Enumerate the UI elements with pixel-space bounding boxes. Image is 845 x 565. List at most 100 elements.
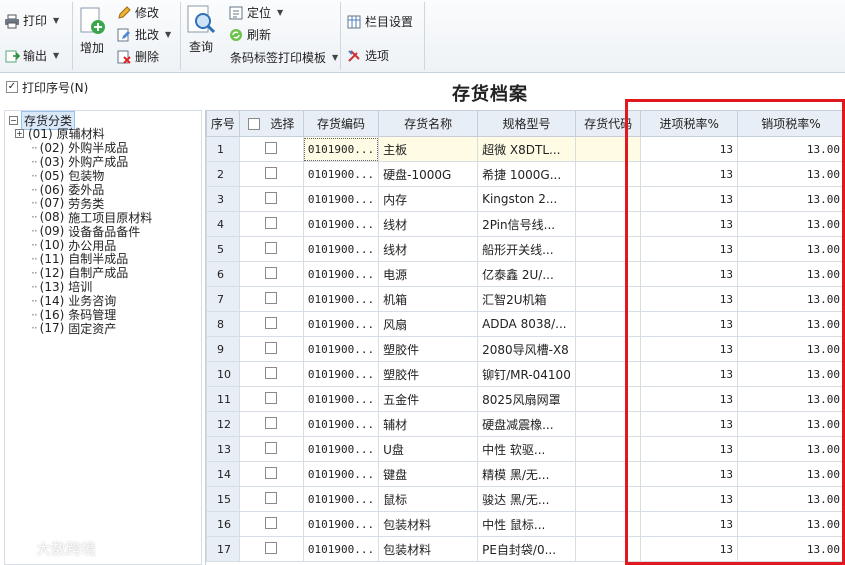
table-row[interactable]: 4 0101900... 线材 2Pin信号线... 13 13.00	[206, 211, 845, 237]
table-row[interactable]: 2 0101900... 硬盘-1000G 希捷 1000G... 13 13.00	[206, 161, 845, 187]
cell-in-tax[interactable]: 13	[640, 186, 738, 212]
cell-spec[interactable]: ADDA 8038/...	[477, 311, 576, 337]
row-checkbox[interactable]	[265, 316, 278, 329]
cell-out-tax[interactable]: 13.00	[736, 286, 845, 312]
expand-icon[interactable]: +	[15, 129, 24, 139]
cell-code[interactable]: 0101900...	[302, 236, 380, 262]
row-select[interactable]	[238, 236, 304, 262]
cell-in-tax[interactable]: 13	[640, 461, 738, 487]
row-checkbox[interactable]	[265, 491, 278, 504]
row-select[interactable]	[238, 461, 304, 487]
table-row[interactable]: 11 0101900... 五金件 8025风扇网罩 13 13.00	[206, 386, 845, 412]
cell-code[interactable]: 0101900...	[302, 536, 380, 562]
cell-out-tax[interactable]: 13.00	[736, 186, 845, 212]
table-row[interactable]: 8 0101900... 风扇 ADDA 8038/... 13 13.00	[206, 311, 845, 337]
cell-code[interactable]: 0101900...	[302, 286, 380, 312]
cell-code[interactable]: 0101900...	[302, 361, 380, 387]
row-checkbox[interactable]	[265, 541, 278, 554]
col-header-name[interactable]: 存货名称	[378, 110, 479, 137]
cell-inv-code[interactable]	[574, 486, 642, 512]
cell-code[interactable]: 0101900...	[302, 186, 380, 212]
cell-spec[interactable]: 2080导风槽-X8	[477, 336, 576, 362]
chevron-down-icon[interactable]: ▼	[53, 51, 59, 60]
batch-modify-button[interactable]: 批改 ▼	[116, 26, 171, 43]
cell-out-tax[interactable]: 13.00	[736, 511, 845, 537]
cell-inv-code[interactable]	[574, 161, 642, 187]
print-button[interactable]: 打印 ▼	[4, 12, 59, 29]
chevron-down-icon[interactable]: ▼	[165, 30, 171, 39]
table-row[interactable]: 7 0101900... 机箱 汇智2U机箱 13 13.00	[206, 286, 845, 312]
table-row[interactable]: 14 0101900... 键盘 精模 黑/无... 13 13.00	[206, 461, 845, 487]
row-seq[interactable]: 16	[206, 511, 240, 537]
delete-button[interactable]: 删除	[116, 48, 159, 65]
cell-code[interactable]: 0101900...	[302, 261, 380, 287]
cell-name[interactable]: 辅材	[378, 411, 479, 437]
row-seq[interactable]: 8	[206, 311, 240, 337]
cell-in-tax[interactable]: 13	[640, 161, 738, 187]
row-select[interactable]	[238, 161, 304, 187]
col-header-out-tax[interactable]: 销项税率%	[736, 110, 845, 137]
cell-in-tax[interactable]: 13	[640, 236, 738, 262]
cell-inv-code[interactable]	[574, 436, 642, 462]
cell-inv-code[interactable]	[574, 361, 642, 387]
collapse-icon[interactable]: −	[9, 115, 18, 125]
row-seq[interactable]: 6	[206, 261, 240, 287]
row-seq[interactable]: 11	[206, 386, 240, 412]
cell-name[interactable]: 键盘	[378, 461, 479, 487]
row-select[interactable]	[238, 186, 304, 212]
cell-name[interactable]: 包装材料	[378, 511, 479, 537]
cell-name[interactable]: 主板	[378, 136, 479, 162]
row-checkbox[interactable]	[265, 341, 278, 354]
cell-out-tax[interactable]: 13.00	[736, 436, 845, 462]
cell-code[interactable]: 0101900...	[302, 336, 380, 362]
cell-spec[interactable]: PE自封袋/0...	[477, 536, 576, 562]
row-checkbox[interactable]	[265, 291, 278, 304]
cell-name[interactable]: 硬盘-1000G	[378, 161, 479, 187]
table-row[interactable]: 10 0101900... 塑胶件 铆钉/MR-04100 13 13.00	[206, 361, 845, 387]
col-header-in-tax[interactable]: 进项税率%	[640, 110, 738, 137]
row-select[interactable]	[238, 336, 304, 362]
cell-in-tax[interactable]: 13	[640, 336, 738, 362]
add-button[interactable]: 增加	[78, 6, 106, 56]
row-seq[interactable]: 3	[206, 186, 240, 212]
cell-in-tax[interactable]: 13	[640, 536, 738, 562]
cell-spec[interactable]: 铆钉/MR-04100	[477, 361, 576, 387]
cell-spec[interactable]: 亿泰鑫 2U/...	[477, 261, 576, 287]
row-select[interactable]	[238, 361, 304, 387]
cell-code[interactable]: 0101900...	[302, 161, 380, 187]
cell-inv-code[interactable]	[574, 136, 642, 162]
row-checkbox[interactable]	[265, 241, 278, 254]
cell-code[interactable]: 0101900...	[302, 511, 380, 537]
row-select[interactable]	[238, 411, 304, 437]
row-select[interactable]	[238, 136, 304, 162]
col-header-select[interactable]: 选择	[238, 110, 304, 137]
col-header-code[interactable]: 存货编码	[302, 110, 380, 137]
table-row[interactable]: 6 0101900... 电源 亿泰鑫 2U/... 13 13.00	[206, 261, 845, 287]
cell-spec[interactable]: 超微 X8DTL...	[477, 136, 576, 162]
col-header-spec[interactable]: 规格型号	[477, 110, 576, 137]
cell-code[interactable]: 0101900...	[302, 136, 380, 162]
cell-name[interactable]: 包装材料	[378, 536, 479, 562]
table-row[interactable]: 9 0101900... 塑胶件 2080导风槽-X8 13 13.00	[206, 336, 845, 362]
cell-spec[interactable]: 中性 软驱...	[477, 436, 576, 462]
cell-spec[interactable]: 精模 黑/无...	[477, 461, 576, 487]
cell-in-tax[interactable]: 13	[640, 386, 738, 412]
row-checkbox[interactable]	[265, 266, 278, 279]
chevron-down-icon[interactable]: ▼	[332, 53, 338, 62]
cell-in-tax[interactable]: 13	[640, 261, 738, 287]
cell-out-tax[interactable]: 13.00	[736, 261, 845, 287]
cell-in-tax[interactable]: 13	[640, 211, 738, 237]
cell-spec[interactable]: 船形开关线...	[477, 236, 576, 262]
row-seq[interactable]: 9	[206, 336, 240, 362]
cell-spec[interactable]: 汇智2U机箱	[477, 286, 576, 312]
cell-code[interactable]: 0101900...	[302, 411, 380, 437]
row-select[interactable]	[238, 486, 304, 512]
row-seq[interactable]: 12	[206, 411, 240, 437]
cell-spec[interactable]: 希捷 1000G...	[477, 161, 576, 187]
cell-inv-code[interactable]	[574, 311, 642, 337]
row-checkbox[interactable]	[265, 191, 278, 204]
cell-spec[interactable]: 硬盘减震橡...	[477, 411, 576, 437]
cell-out-tax[interactable]: 13.00	[736, 211, 845, 237]
cell-inv-code[interactable]	[574, 211, 642, 237]
cell-code[interactable]: 0101900...	[302, 461, 380, 487]
